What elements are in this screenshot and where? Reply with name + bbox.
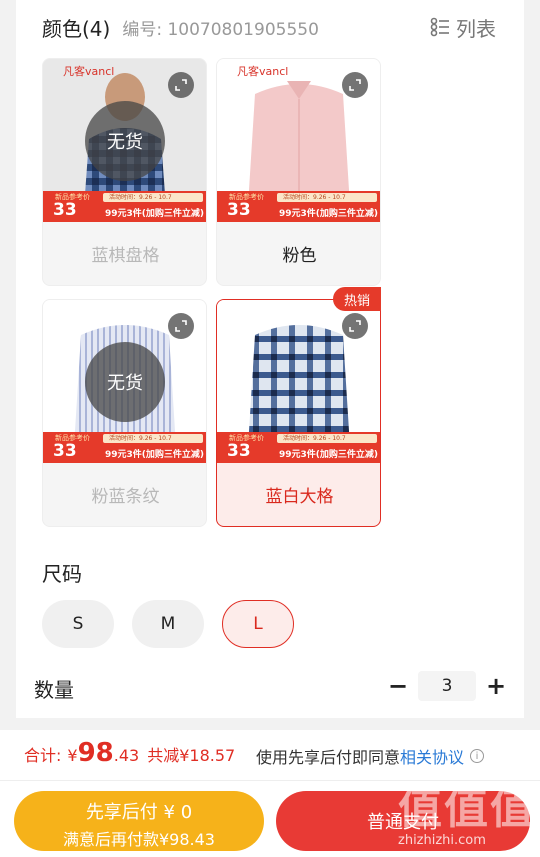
promo-band: 新品参考价 活动时间：9.26 - 10.7 33 99元3件(加购三件立减) (43, 432, 206, 463)
promo-price: 33 (53, 441, 77, 461)
quantity-title: 数量 (34, 678, 74, 702)
color-name: 粉色 (282, 246, 317, 266)
list-view-label: 列表 (456, 16, 496, 41)
watermark-url: zhizhizhi.com (398, 833, 486, 848)
promo-band: 新品参考价 活动时间：9.26 - 10.7 33 99元3件(加购三件立减) (217, 432, 380, 463)
color-option-blue-white-check[interactable]: 新品参考价 活动时间：9.26 - 10.7 33 99元3件(加购三件立减) … (216, 299, 381, 527)
promo-band: 新品参考价 活动时间：9.26 - 10.7 33 99元3件(加购三件立减) (43, 191, 206, 222)
pay-later-button[interactable]: 先享后付 ¥ 0 满意后再付款¥98.43 (14, 791, 264, 851)
agreement-link[interactable]: 相关协议 (400, 744, 464, 768)
promo-ribbon: 活动时间：9.26 - 10.7 (277, 193, 377, 202)
sold-out-badge: 无货 (85, 101, 165, 181)
product-code: 编号: 10070801905550 (122, 19, 319, 40)
total-amount-decimal: .43 (113, 746, 140, 765)
agreement-text: 使用先享后付即同意 相关协议 i (256, 744, 485, 768)
sold-out-badge: 无货 (85, 342, 165, 422)
color-option-pink[interactable]: 凡客vancl 新品参考价 活动时间：9.26 - 10.7 33 99元3件(… (216, 58, 381, 286)
size-option-m[interactable]: M (132, 600, 204, 648)
color-name: 蓝白大格 (265, 487, 334, 507)
pay-later-label: 先享后付 ¥ 0 (85, 802, 193, 823)
promo-price: 33 (227, 441, 251, 461)
promo-price: 33 (227, 200, 251, 220)
quantity-minus-button[interactable]: − (387, 672, 409, 700)
expand-icon[interactable] (342, 313, 368, 339)
list-view-button[interactable]: 列表 (430, 12, 496, 42)
promo-ribbon: 活动时间：9.26 - 10.7 (103, 434, 203, 443)
list-icon (430, 17, 449, 37)
promo-text: 99元3件(加购三件立减) (279, 450, 379, 460)
expand-icon[interactable] (168, 72, 194, 98)
savings-text: 共减¥18.57 (147, 746, 236, 765)
color-option-blue-stripe[interactable]: 无货 新品参考价 活动时间：9.26 - 10.7 33 99元3件(加购三件立… (42, 299, 207, 527)
hot-sale-badge: 热销 (333, 287, 381, 311)
brand-logo: 凡客vancl (63, 65, 115, 78)
color-title: 颜色(4) (42, 16, 111, 41)
brand-logo: 凡客vancl (237, 65, 289, 78)
currency-symbol: ¥ (67, 746, 78, 765)
promo-text: 99元3件(加购三件立减) (279, 209, 379, 219)
total-label: 合计: (24, 746, 62, 765)
pay-later-sublabel: 满意后再付款¥98.43 (63, 830, 215, 849)
promo-text: 99元3件(加购三件立减) (105, 209, 205, 219)
promo-ribbon: 活动时间：9.26 - 10.7 (277, 434, 377, 443)
total-price: 合计: ¥ 98 .43 共减¥18.57 (24, 738, 235, 768)
color-header: 颜色(4) 编号: 10070801905550 (42, 12, 319, 42)
info-icon[interactable]: i (470, 749, 485, 763)
quantity-value[interactable]: 3 (418, 671, 476, 701)
promo-text: 99元3件(加购三件立减) (105, 450, 205, 460)
watermark-logo: 值值值 (398, 783, 536, 834)
size-option-s[interactable]: S (42, 600, 114, 648)
expand-icon[interactable] (342, 72, 368, 98)
color-name: 蓝棋盘格 (91, 246, 160, 266)
size-option-l[interactable]: L (222, 600, 294, 648)
total-amount-integer: 98 (77, 738, 114, 768)
expand-icon[interactable] (168, 313, 194, 339)
promo-ribbon: 活动时间：9.26 - 10.7 (103, 193, 203, 202)
promo-price: 33 (53, 200, 77, 220)
agreement-prefix: 使用先享后付即同意 (256, 748, 401, 767)
color-option-blue-checkered[interactable]: 凡客vancl 无货 新品参考价 活动时间：9.26 - 10.7 33 99元… (42, 58, 207, 286)
quantity-plus-button[interactable]: + (485, 672, 507, 700)
promo-band: 新品参考价 活动时间：9.26 - 10.7 33 99元3件(加购三件立减) (217, 191, 380, 222)
color-name: 粉蓝条纹 (91, 487, 160, 507)
size-title: 尺码 (42, 562, 82, 586)
